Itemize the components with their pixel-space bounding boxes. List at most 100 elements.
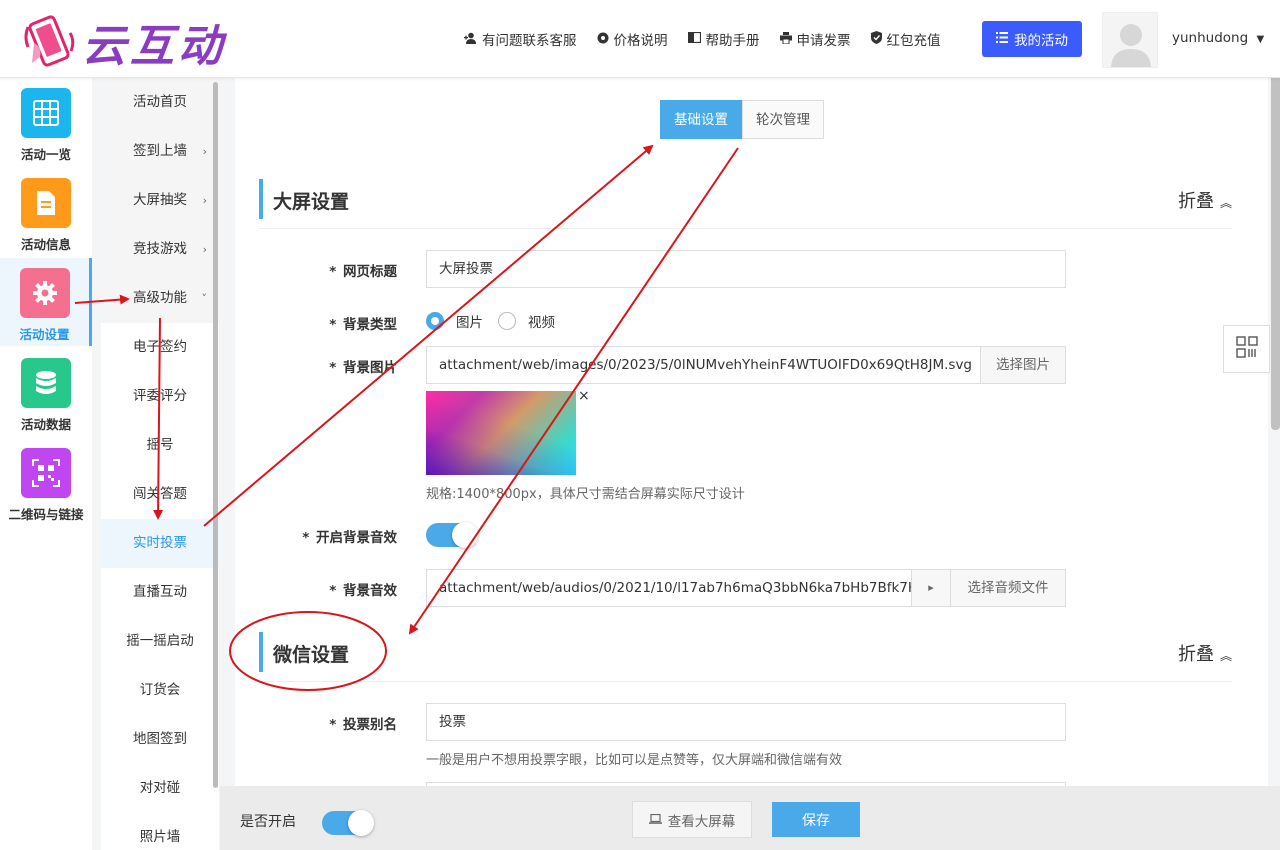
red-packet-recharge-link[interactable]: 红包充值 (870, 22, 941, 56)
preview-screen-button[interactable]: 查看大屏幕 (632, 801, 752, 838)
bg-type-video-radio[interactable]: 视频 (498, 311, 555, 331)
wechat-settings-header: 微信设置 折叠 ︽ (259, 632, 1232, 682)
sidebar-item-label: 活动设置 (19, 327, 70, 342)
submenu-item-competitive-games[interactable]: 竞技游戏 › (101, 225, 219, 274)
laptop-icon (648, 813, 662, 827)
sidebar-item-activity-data[interactable]: 活动数据 (0, 348, 92, 436)
settings-tabs: 基础设置 轮次管理 (660, 100, 824, 139)
submenu-item-number-draw[interactable]: 摇号 (101, 421, 219, 470)
required-mark: * (329, 583, 337, 599)
sidebar-item-activity-settings[interactable]: 活动设置 (0, 258, 92, 346)
collapse-toggle[interactable]: 折叠 ︽ (1178, 640, 1232, 666)
label-text: 开启背景音效 (316, 530, 397, 546)
pricing-link[interactable]: 价格说明 (597, 22, 668, 56)
bg-image-hint: 规格:1400*800px，具体尺寸需结合屏幕实际尺寸设计 (426, 487, 745, 502)
shield-check-icon (870, 31, 882, 47)
submenu-item-screen-lottery[interactable]: 大屏抽奖 › (101, 176, 219, 225)
close-icon[interactable]: × (578, 388, 590, 404)
bg-type-image-radio[interactable]: 图片 (426, 311, 483, 331)
document-icon (21, 178, 71, 228)
sidebar-item-label: 活动数据 (20, 417, 71, 432)
sidebar-item-qrcode-links[interactable]: 二维码与链接 (0, 438, 92, 526)
bg-music-toggle[interactable] (426, 522, 478, 548)
icon-sidebar: 活动一览 活动信息 活动设置 活动数据 二维码与链接 (0, 78, 92, 850)
action-footer: 是否开启 查看大屏幕 保存 (220, 786, 1280, 850)
username-dropdown[interactable]: yunhudong ▼ (1172, 30, 1264, 46)
bg-image-path-input[interactable]: attachment/web/images/0/2023/5/0lNUMvehY… (426, 346, 981, 384)
sidebar-item-label: 活动信息 (20, 237, 71, 252)
chevron-right-icon: › (202, 145, 207, 158)
choose-audio-button[interactable]: 选择音频文件 (950, 569, 1066, 607)
submenu-item-label: 评委评分 (133, 388, 187, 404)
tab-basic-settings[interactable]: 基础设置 (660, 100, 742, 139)
help-manual-link[interactable]: 帮助手册 (687, 22, 760, 56)
help-manual-label: 帮助手册 (705, 33, 760, 49)
submenu-item-live-voting[interactable]: 实时投票 (101, 519, 219, 568)
submenu-item-order-meeting[interactable]: 订货会 (101, 666, 219, 715)
bg-image-thumbnail (426, 391, 576, 475)
submenu-item-checkin-wall[interactable]: 签到上墙 › (101, 127, 219, 176)
save-button[interactable]: 保存 (772, 802, 860, 837)
sidebar-item-label: 活动一览 (20, 147, 71, 162)
brand-name: 云互动 (82, 21, 226, 72)
submenu-item-map-checkin[interactable]: 地图签到 (101, 715, 219, 764)
contact-support-link[interactable]: 有问题联系客服 (464, 22, 577, 56)
submenu-item-matching-game[interactable]: 对对碰 (101, 764, 219, 813)
list-icon (996, 32, 1008, 46)
section-title: 微信设置 (273, 644, 350, 666)
brand-logo[interactable]: 云互动 (22, 10, 226, 74)
my-activity-button[interactable]: 我的活动 (982, 21, 1082, 57)
grid-icon (21, 88, 71, 138)
sidebar-item-activity-overview[interactable]: 活动一览 (0, 78, 92, 166)
toggle-knob (348, 810, 374, 836)
vote-alias-hint: 一般是用户不想用投票字眼，比如可以是点赞等，仅大屏端和微信端有效 (426, 753, 843, 768)
submenu-item-judge-scoring[interactable]: 评委评分 (101, 372, 219, 421)
submenu-item-shake-launch[interactable]: 摇一摇启动 (101, 617, 219, 666)
chevron-up-icon: ︽ (1219, 196, 1232, 210)
required-mark: * (329, 360, 337, 376)
vote-alias-input[interactable]: 投票 (426, 703, 1066, 741)
section-accent-bar (259, 632, 263, 672)
radio-label: 图片 (456, 315, 483, 331)
chevron-right-icon: › (202, 243, 207, 256)
phone-logo-icon (22, 13, 78, 71)
required-mark: * (329, 717, 337, 733)
qrcode-float-button[interactable] (1223, 325, 1270, 373)
enable-toggle[interactable] (322, 810, 374, 836)
submenu-scrollbar[interactable] (213, 82, 218, 788)
collapse-toggle[interactable]: 折叠 ︽ (1178, 187, 1232, 213)
submenu-item-live-interaction[interactable]: 直播互动 (101, 568, 219, 617)
submenu-item-e-signing[interactable]: 电子签约 (101, 323, 219, 372)
submenu-item-quiz-challenge[interactable]: 闯关答题 (101, 470, 219, 519)
choose-image-button[interactable]: 选择图片 (980, 346, 1066, 384)
sidebar-item-activity-info[interactable]: 活动信息 (0, 168, 92, 256)
radio-label: 视频 (528, 315, 555, 331)
bg-image-label: * 背景图片 (257, 356, 397, 376)
page-title-input[interactable]: 大屏投票 (426, 250, 1066, 288)
my-activity-label: 我的活动 (1014, 33, 1068, 49)
gear-icon (19, 268, 70, 318)
section-accent-bar (259, 179, 263, 219)
submenu-item-label: 对对碰 (139, 780, 181, 796)
label-text: 网页标题 (343, 264, 397, 280)
label-text: 投票别名 (343, 717, 397, 733)
required-mark: * (329, 264, 337, 280)
submenu-item-advanced-features[interactable]: 高级功能 ˅ (101, 274, 219, 323)
section-title: 大屏设置 (273, 191, 350, 213)
collapse-label: 折叠 (1177, 644, 1214, 665)
invoice-link[interactable]: 申请发票 (779, 22, 851, 56)
bg-music-label: * 背景音效 (257, 579, 397, 599)
submenu-item-photo-wall[interactable]: 照片墙 (101, 813, 219, 850)
sidebar-item-label: 二维码与链接 (8, 507, 84, 522)
play-icon[interactable]: ▸ (911, 569, 951, 607)
submenu-item-label: 大屏抽奖 (133, 192, 187, 208)
submenu-item-label: 竞技游戏 (133, 241, 187, 257)
submenu-item-activity-home[interactable]: 活动首页 (101, 78, 219, 127)
feature-submenu: 活动首页 签到上墙 › 大屏抽奖 › 竞技游戏 › 高级功能 ˅ 电子签约 评委评分 摇… (101, 78, 219, 850)
tab-round-management[interactable]: 轮次管理 (742, 100, 824, 139)
username-label: yunhudong (1172, 30, 1249, 46)
contact-support-label: 有问题联系客服 (482, 33, 577, 49)
bg-music-path-input[interactable]: attachment/web/audios/0/2021/10/l17ab7h6… (426, 569, 912, 607)
avatar[interactable] (1102, 12, 1158, 68)
page-scrollbar[interactable] (1271, 30, 1280, 430)
